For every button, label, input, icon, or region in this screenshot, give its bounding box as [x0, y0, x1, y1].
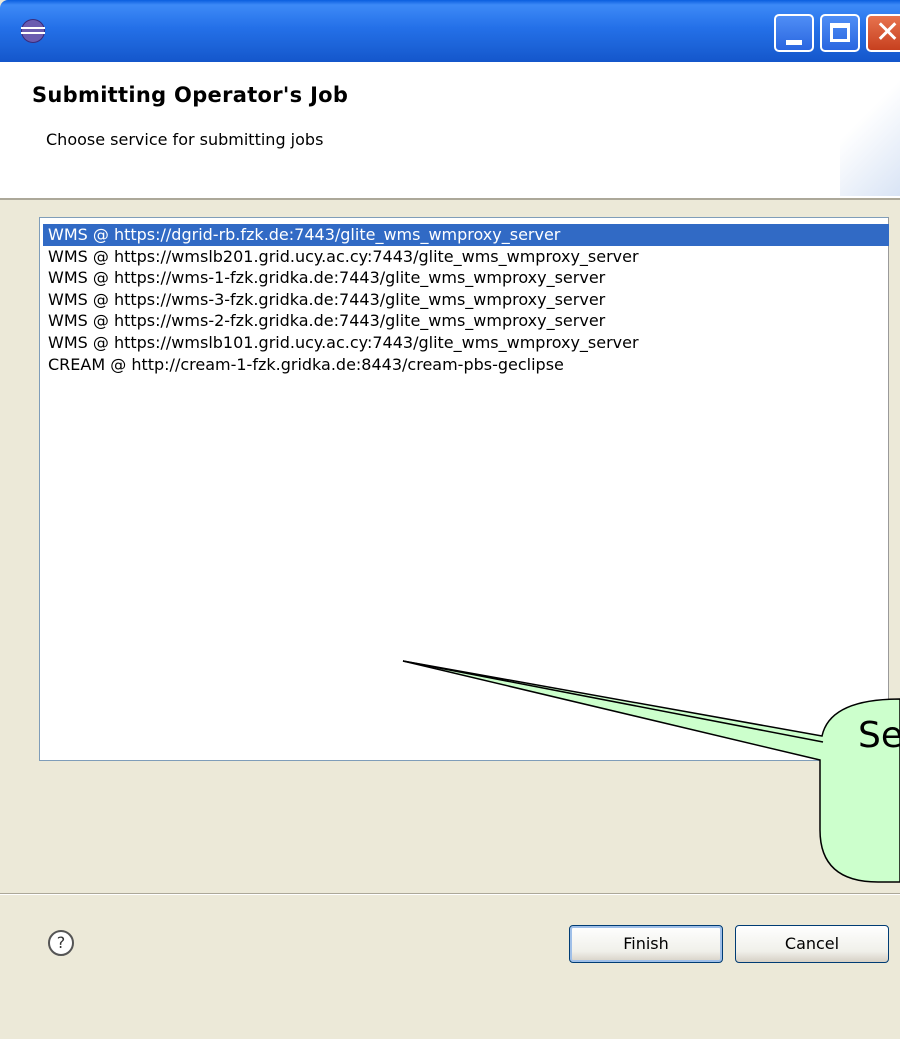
service-list-item[interactable]: WMS @ https://wms-2-fzk.gridka.de:7443/g… [43, 310, 889, 332]
wizard-header: Submitting Operator's Job Choose service… [0, 62, 900, 200]
cancel-button[interactable]: Cancel [735, 925, 889, 963]
help-icon[interactable]: ? [48, 930, 74, 956]
close-icon: ✕ [875, 15, 900, 50]
eclipse-app-icon [21, 19, 45, 43]
close-button[interactable]: ✕ [866, 14, 900, 52]
service-list-item[interactable]: WMS @ https://wmslb101.grid.ucy.ac.cy:74… [43, 332, 889, 354]
service-list-item[interactable]: CREAM @ http://cream-1-fzk.gridka.de:844… [43, 354, 889, 376]
minimize-button[interactable] [774, 14, 814, 52]
service-list-item[interactable]: WMS @ https://wms-3-fzk.gridka.de:7443/g… [43, 289, 889, 311]
service-list-item[interactable]: WMS @ https://wmslb201.grid.ucy.ac.cy:74… [43, 246, 889, 268]
maximize-icon [830, 23, 850, 42]
finish-button[interactable]: Finish [569, 925, 723, 963]
service-list-item[interactable]: WMS @ https://wms-1-fzk.gridka.de:7443/g… [43, 267, 889, 289]
title-bar[interactable]: ✕ [0, 0, 900, 62]
callout-text: Se [858, 715, 900, 756]
service-list[interactable]: WMS @ https://dgrid-rb.fzk.de:7443/glite… [39, 217, 889, 761]
banner-decoration [840, 62, 900, 196]
wizard-dialog: ✕ Submitting Operator's Job Choose servi… [0, 0, 900, 1039]
maximize-button[interactable] [820, 14, 860, 52]
footer-separator [0, 893, 900, 895]
service-list-item[interactable]: WMS @ https://dgrid-rb.fzk.de:7443/glite… [43, 224, 889, 246]
minimize-icon [786, 40, 802, 45]
page-subtitle: Choose service for submitting jobs [46, 130, 324, 149]
page-title: Submitting Operator's Job [32, 83, 349, 107]
